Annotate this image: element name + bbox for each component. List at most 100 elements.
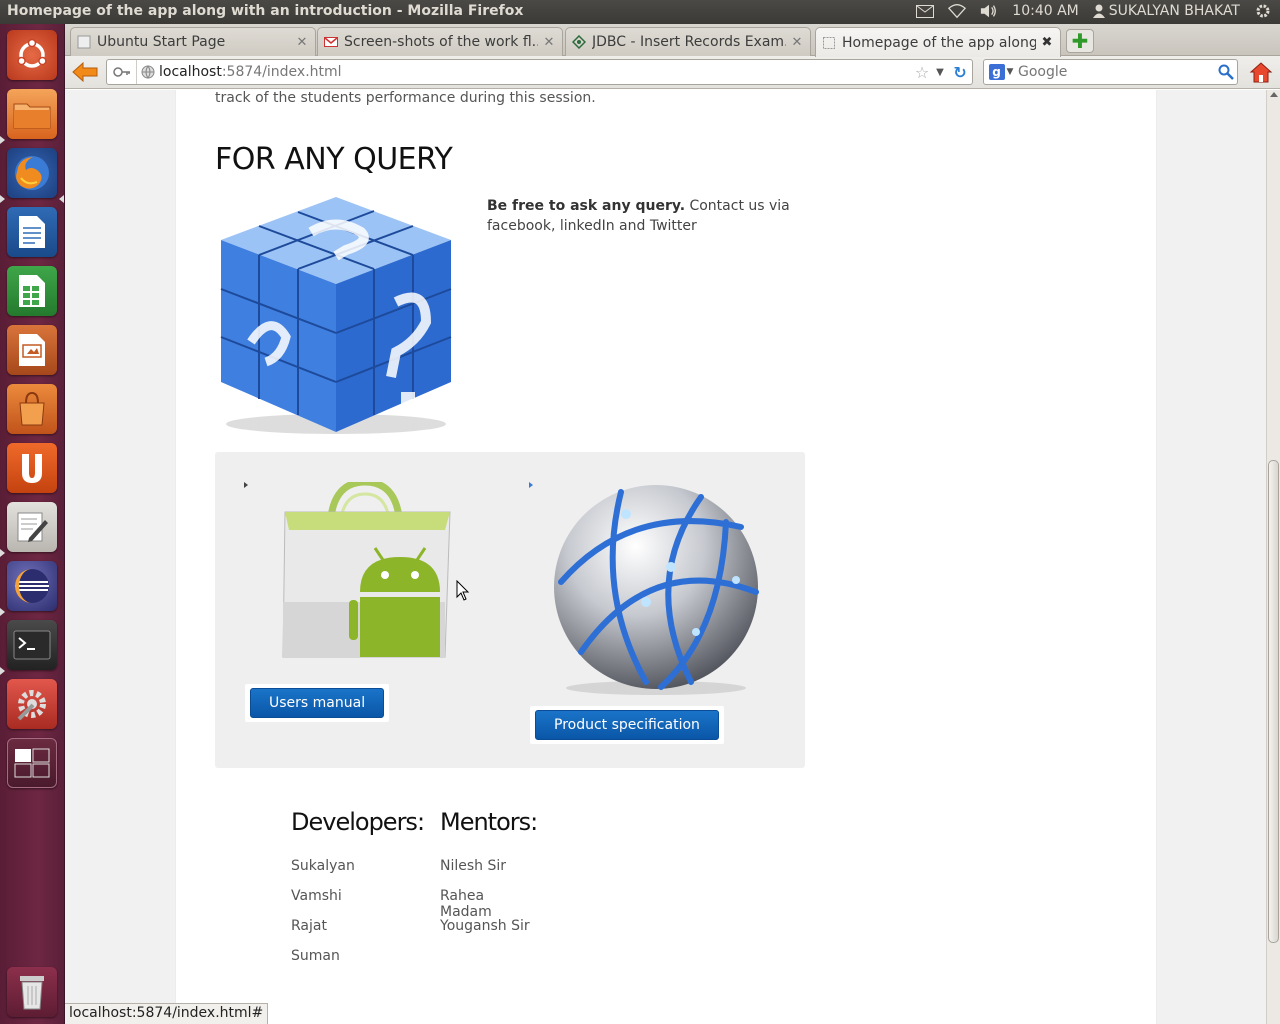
calc-icon[interactable] xyxy=(7,266,57,316)
list-item: Nilesh Sir xyxy=(440,858,507,874)
google-icon: g xyxy=(988,64,1005,80)
running-indicator xyxy=(0,195,5,203)
trash-icon[interactable] xyxy=(7,967,57,1017)
globe-icon xyxy=(137,65,159,79)
close-icon[interactable]: ✕ xyxy=(790,35,804,50)
url-text[interactable]: localhost:5874/index.html xyxy=(159,64,912,80)
network-icon[interactable] xyxy=(948,2,967,20)
software-center-icon[interactable] xyxy=(7,384,57,434)
window-title: Homepage of the app along with an introd… xyxy=(7,3,524,19)
list-item: Rahea Madam xyxy=(440,888,492,920)
tab-screen-shots[interactable]: Screen-shots of the work fl... ✕ xyxy=(317,27,563,56)
mentors-list: Nilesh Sir Rahea Madam Yougansh Sir xyxy=(440,858,537,948)
gedit-icon[interactable] xyxy=(7,502,57,552)
developers-list: Sukalyan Vamshi Rajat Suman xyxy=(291,858,424,978)
files-icon[interactable] xyxy=(7,89,57,139)
tab-label: Homepage of the app along... xyxy=(842,34,1036,51)
unity-launcher xyxy=(0,24,65,1024)
close-icon[interactable]: ✕ xyxy=(295,35,309,50)
android-bag-image xyxy=(275,478,455,662)
chevron-down-icon[interactable]: ▼ xyxy=(932,67,948,78)
tab-ubuntu-start-page[interactable]: Ubuntu Start Page ✕ xyxy=(70,27,316,56)
tab-label: Ubuntu Start Page xyxy=(97,34,226,50)
page-icon xyxy=(822,36,836,50)
reload-icon[interactable]: ↻ xyxy=(948,63,972,82)
user-menu[interactable]: SUKALYAN BHAKAT xyxy=(1092,3,1240,19)
back-arrow-icon xyxy=(72,62,98,82)
focused-indicator xyxy=(59,195,64,203)
running-indicator xyxy=(0,667,5,675)
tab-homepage-active[interactable]: Homepage of the app along... ✖ xyxy=(815,27,1061,57)
globe-image xyxy=(551,482,761,697)
list-item: Rajat xyxy=(291,918,327,934)
firefox-icon[interactable] xyxy=(7,148,57,198)
downloads-panel: Users manual Product specification xyxy=(215,452,805,768)
mentors-column: Mentors: Nilesh Sir Rahea Madam Yougansh… xyxy=(440,808,538,948)
user-name: SUKALYAN BHAKAT xyxy=(1108,3,1240,19)
tab-bar: Ubuntu Start Page ✕ Screen-shots of the … xyxy=(65,24,1280,57)
scrollbar-thumb[interactable] xyxy=(1268,460,1279,943)
terminal-icon[interactable] xyxy=(7,620,57,670)
page-viewport: track of the students performance during… xyxy=(65,90,1266,1024)
page-icon xyxy=(77,35,91,49)
clock[interactable]: 10:40 AM xyxy=(1012,3,1078,19)
tab-jdbc-insert[interactable]: JDBC - Insert Records Exam... ✕ xyxy=(565,27,811,56)
question-cube-image xyxy=(211,192,461,437)
users-manual-button[interactable]: Users manual xyxy=(250,688,385,718)
navigation-bar: localhost:5874/index.html ☆ ▼ ↻ g ▼ xyxy=(65,56,1280,89)
volume-icon[interactable] xyxy=(980,2,998,20)
writer-icon[interactable] xyxy=(7,207,57,257)
query-heading: FOR ANY QUERY xyxy=(215,142,453,177)
close-icon[interactable]: ✖ xyxy=(1040,35,1054,50)
system-settings-icon[interactable] xyxy=(7,679,57,729)
running-indicator xyxy=(0,136,5,144)
impress-icon[interactable] xyxy=(7,325,57,375)
home-icon xyxy=(1249,62,1273,83)
ubuntu-dash-icon[interactable] xyxy=(7,30,57,80)
gmail-icon xyxy=(324,35,338,49)
top-panel: Homepage of the app along with an introd… xyxy=(0,0,1280,24)
mail-icon[interactable] xyxy=(916,2,935,20)
vertical-scrollbar[interactable] xyxy=(1266,90,1280,1024)
query-text-bold: Be free to ask any query. xyxy=(487,198,686,214)
slide-arrow-icon[interactable] xyxy=(529,482,533,488)
search-input[interactable] xyxy=(1018,64,1215,80)
session-gear-icon[interactable] xyxy=(1254,2,1272,20)
identity-key-icon[interactable] xyxy=(107,60,137,84)
running-indicator xyxy=(0,608,5,616)
tab-label: Screen-shots of the work fl... xyxy=(344,34,538,50)
bookmark-star-icon[interactable]: ☆ xyxy=(912,63,932,82)
chevron-down-icon: ▼ xyxy=(1006,67,1014,77)
list-item: Suman xyxy=(291,948,340,964)
close-icon[interactable]: ✕ xyxy=(542,35,556,50)
product-specification-button[interactable]: Product specification xyxy=(535,710,719,740)
back-button[interactable] xyxy=(71,59,99,85)
url-bar[interactable]: localhost:5874/index.html ☆ ▼ ↻ xyxy=(106,59,973,85)
search-engine-selector[interactable]: g ▼ xyxy=(984,64,1018,80)
running-indicator xyxy=(0,549,5,557)
tutorials-icon xyxy=(571,34,587,50)
ubuntu-one-icon[interactable] xyxy=(7,443,57,493)
users-manual-wrapper: Users manual xyxy=(245,684,390,722)
eclipse-icon[interactable] xyxy=(7,561,57,611)
new-tab-button[interactable]: ✚ xyxy=(1066,29,1094,53)
panel-indicators: 10:40 AM SUKALYAN BHAKAT xyxy=(916,2,1272,20)
intro-text: track of the students performance during… xyxy=(215,90,596,106)
developers-column: Developers: Sukalyan Vamshi Rajat Suman xyxy=(291,808,425,978)
home-button[interactable] xyxy=(1248,59,1274,85)
status-bar: localhost:5874/index.html# xyxy=(65,1003,269,1024)
workspace-switcher-icon[interactable] xyxy=(7,738,57,788)
scroll-up-icon[interactable] xyxy=(1270,92,1278,97)
developers-heading: Developers: xyxy=(291,808,425,836)
list-item: Yougansh Sir xyxy=(440,918,530,934)
page-gutter-right xyxy=(1156,90,1266,1024)
slide-arrow-icon[interactable] xyxy=(244,482,248,488)
user-icon xyxy=(1092,4,1105,18)
list-item: Vamshi xyxy=(291,888,342,904)
mentors-heading: Mentors: xyxy=(440,808,538,836)
search-bar: g ▼ xyxy=(983,59,1238,85)
query-text: Be free to ask any query. Contact us via… xyxy=(487,196,817,236)
search-icon[interactable] xyxy=(1215,64,1237,80)
product-spec-wrapper: Product specification xyxy=(530,706,724,744)
list-item: Sukalyan xyxy=(291,858,355,874)
